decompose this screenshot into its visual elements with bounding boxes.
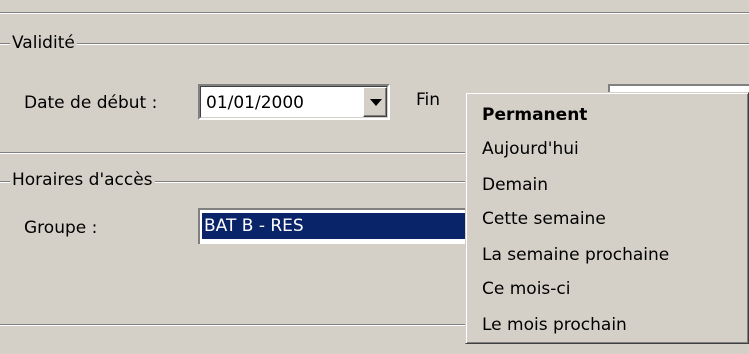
end-date-label: Fin: [416, 90, 441, 110]
menu-item-cette-semaine[interactable]: Cette semaine: [482, 203, 606, 235]
group-label: Groupe :: [24, 218, 98, 238]
menu-item-ce-mois-ci[interactable]: Ce mois-ci: [482, 273, 570, 305]
start-date-value[interactable]: 01/01/2000: [206, 93, 304, 113]
menu-item-aujourdhui[interactable]: Aujourd'hui: [482, 133, 579, 165]
top-divider-highlight: [0, 13, 749, 14]
menu-item-mois-prochain[interactable]: Le mois prochain: [482, 309, 627, 341]
acces-group-title: Horaires d'accès: [10, 170, 155, 190]
menu-item-permanent[interactable]: Permanent: [482, 99, 587, 131]
menu-item-demain[interactable]: Demain: [482, 169, 548, 201]
validite-group-title: Validité: [10, 33, 77, 53]
chevron-down-icon: [370, 99, 382, 106]
validite-group-line-highlight: [0, 44, 749, 45]
start-date-dropdown-button[interactable]: [363, 87, 387, 117]
menu-item-semaine-prochaine[interactable]: La semaine prochaine: [482, 239, 669, 271]
start-date-label: Date de début :: [24, 93, 158, 113]
start-date-combo[interactable]: 01/01/2000: [198, 84, 390, 120]
date-preset-menu: Permanent Aujourd'hui Demain Cette semai…: [465, 92, 749, 344]
